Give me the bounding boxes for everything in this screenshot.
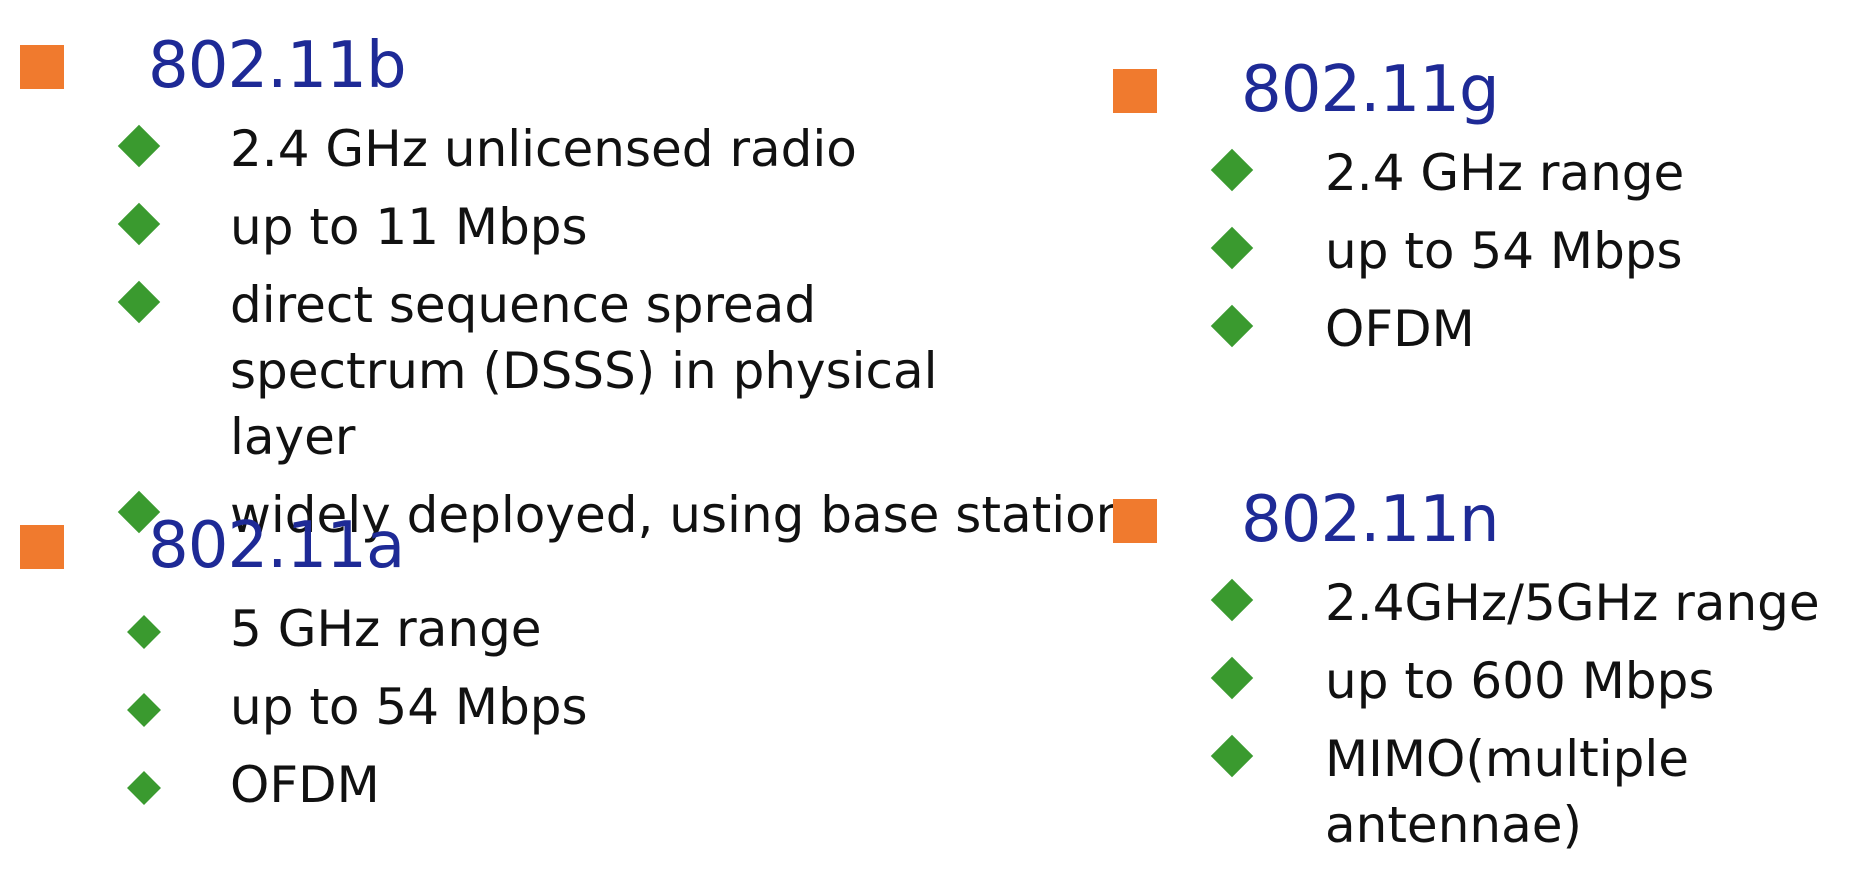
bullet-list: 2.4 GHz range up to 54 Mbps OFDM xyxy=(1113,140,1684,362)
section-802-11b: 802.11b 2.4 GHz unlicensed radio up to 1… xyxy=(20,26,1153,560)
diamond-bullet-icon xyxy=(1210,734,1254,778)
list-item: up to 600 Mbps xyxy=(1113,648,1820,714)
section-header: 802.11b xyxy=(20,26,1153,116)
list-item-text: 5 GHz range xyxy=(230,600,542,658)
section-title: 802.11n xyxy=(1241,483,1499,557)
section-802-11g: 802.11g 2.4 GHz range up to 54 Mbps OFDM xyxy=(1113,50,1684,374)
list-item-text: 2.4 GHz range xyxy=(1325,144,1685,202)
list-item-text: OFDM xyxy=(230,756,380,814)
section-header: 802.11n xyxy=(1113,480,1820,570)
list-item-text: OFDM xyxy=(1325,300,1475,358)
list-item: up to 54 Mbps xyxy=(1113,218,1684,284)
list-item: MIMO(multiple antennae) xyxy=(1113,726,1820,858)
list-item: 5 GHz range xyxy=(20,596,588,662)
section-title: 802.11b xyxy=(148,29,407,103)
list-item-text: up to 600 Mbps xyxy=(1325,652,1715,710)
diamond-bullet-icon xyxy=(127,615,161,649)
bullet-list: 2.4GHz/5GHz range up to 600 Mbps MIMO(mu… xyxy=(1113,570,1820,858)
list-item-text: MIMO(multiple antennae) xyxy=(1325,730,1690,854)
list-item: 2.4 GHz unlicensed radio xyxy=(20,116,1153,182)
list-item: 2.4GHz/5GHz range xyxy=(1113,570,1820,636)
square-bullet-icon xyxy=(20,45,64,89)
diamond-bullet-icon xyxy=(1210,148,1254,192)
square-bullet-icon xyxy=(1113,499,1157,543)
list-item-text: up to 54 Mbps xyxy=(1325,222,1683,280)
section-802-11n: 802.11n 2.4GHz/5GHz range up to 600 Mbps… xyxy=(1113,480,1820,870)
square-bullet-icon xyxy=(1113,69,1157,113)
list-item: up to 11 Mbps xyxy=(20,194,1153,260)
section-title: 802.11g xyxy=(1241,53,1500,127)
list-item: direct sequence spread spectrum (DSSS) i… xyxy=(20,272,1130,470)
list-item: OFDM xyxy=(1113,296,1684,362)
list-item-text: direct sequence spread spectrum (DSSS) i… xyxy=(230,276,938,466)
list-item-text: 2.4 GHz unlicensed radio xyxy=(230,120,857,178)
list-item-text: up to 11 Mbps xyxy=(230,198,588,256)
diamond-bullet-icon xyxy=(1210,226,1254,270)
diamond-bullet-icon xyxy=(1210,578,1254,622)
section-header: 802.11a xyxy=(20,506,588,596)
diamond-bullet-icon xyxy=(117,202,161,246)
list-item: OFDM xyxy=(20,752,588,818)
diamond-bullet-icon xyxy=(127,771,161,805)
list-item-text: up to 54 Mbps xyxy=(230,678,588,736)
diamond-bullet-icon xyxy=(1210,656,1254,700)
bullet-list: 2.4 GHz unlicensed radio up to 11 Mbps d… xyxy=(20,116,1153,548)
list-item: 2.4 GHz range xyxy=(1113,140,1684,206)
list-item: up to 54 Mbps xyxy=(20,674,588,740)
bullet-list: 5 GHz range up to 54 Mbps OFDM xyxy=(20,596,588,818)
diamond-bullet-icon xyxy=(117,280,161,324)
diamond-bullet-icon xyxy=(127,693,161,727)
square-bullet-icon xyxy=(20,525,64,569)
section-802-11a: 802.11a 5 GHz range up to 54 Mbps OFDM xyxy=(20,506,588,830)
section-header: 802.11g xyxy=(1113,50,1684,140)
diamond-bullet-icon xyxy=(117,124,161,168)
list-item-text: 2.4GHz/5GHz range xyxy=(1325,574,1820,632)
section-title: 802.11a xyxy=(148,509,405,583)
diamond-bullet-icon xyxy=(1210,304,1254,348)
